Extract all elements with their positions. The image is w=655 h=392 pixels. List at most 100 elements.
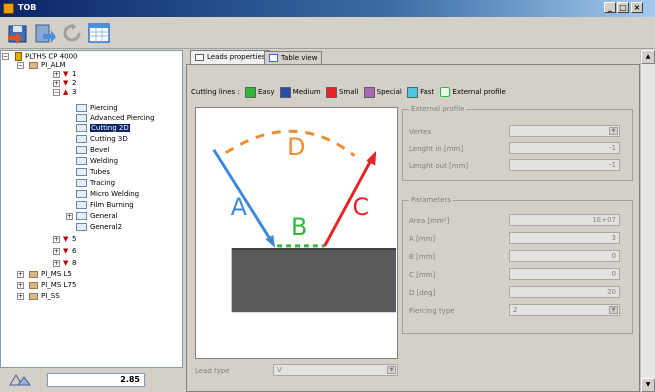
tree-node-alm[interactable]: − PI_ALM bbox=[17, 61, 66, 70]
machine-icon bbox=[15, 52, 22, 61]
tree-node-cutting-2d[interactable]: Cutting 2D bbox=[76, 124, 130, 133]
tree-node-general2[interactable]: General2 bbox=[76, 223, 122, 232]
tree-node-ms-l75[interactable]: + PI_MS L75 bbox=[17, 281, 76, 290]
expand-toggle[interactable]: + bbox=[53, 80, 60, 87]
export-icon[interactable] bbox=[32, 22, 56, 44]
legend-easy: Easy bbox=[257, 88, 275, 96]
tree-node-advanced-piercing[interactable]: Advanced Piercing bbox=[76, 114, 155, 123]
legend-label: Cutting lines : bbox=[191, 88, 240, 96]
save-icon[interactable] bbox=[6, 22, 30, 44]
tree-node-tubes[interactable]: Tubes bbox=[76, 168, 110, 177]
area-label: Area [mm²] bbox=[409, 217, 450, 225]
tab-leads-properties[interactable]: Leads properties bbox=[190, 50, 271, 64]
thickness-icon: ▼ bbox=[63, 259, 69, 267]
vertex-label: Vertex bbox=[409, 128, 432, 136]
lenght-in-label: Lenght in [mm] bbox=[409, 145, 464, 153]
material-icon bbox=[29, 61, 38, 69]
piercing-type-select[interactable]: 2 ▼ bbox=[509, 304, 620, 316]
chevron-down-icon: ▼ bbox=[609, 127, 618, 135]
legend-special: Special bbox=[376, 88, 402, 96]
c-label: C [mm] bbox=[409, 271, 436, 279]
lenght-out-field[interactable]: -1 bbox=[509, 159, 620, 171]
scroll-up-icon[interactable]: ▲ bbox=[641, 50, 655, 64]
lenght-out-label: Lenght out [mm] bbox=[409, 162, 469, 170]
tree-node-general[interactable]: + General bbox=[66, 212, 118, 221]
vertex-select[interactable]: ▼ bbox=[509, 125, 620, 137]
d-field[interactable]: 20 bbox=[509, 286, 620, 298]
workpiece bbox=[231, 248, 397, 313]
label-b: B bbox=[291, 213, 307, 241]
tree-node-welding[interactable]: Welding bbox=[76, 157, 118, 166]
thickness-icon: ▼ bbox=[63, 235, 69, 243]
maximize-button[interactable]: □ bbox=[617, 2, 629, 13]
material-icon bbox=[29, 281, 38, 289]
lead-type-select[interactable]: V ▼ bbox=[273, 364, 398, 376]
label-a: A bbox=[231, 193, 248, 221]
b-field[interactable]: 0 bbox=[509, 250, 620, 262]
chevron-down-icon: ▼ bbox=[609, 306, 618, 314]
parameters-group: Parameters Area [mm²] 1E+07 A [mm] 3 B [… bbox=[402, 196, 633, 334]
folder-icon bbox=[195, 53, 204, 61]
tree-node-3[interactable]: − ▲ 3 bbox=[53, 88, 76, 97]
label-c: C bbox=[352, 193, 369, 221]
lenght-in-field[interactable]: -1 bbox=[509, 142, 620, 154]
legend-external-profile: External profile bbox=[452, 88, 506, 96]
c-field[interactable]: 0 bbox=[509, 268, 620, 280]
tree-node-8[interactable]: + ▼ 8 bbox=[53, 259, 76, 268]
legend-swatch-special bbox=[363, 86, 375, 98]
table-icon bbox=[76, 157, 87, 165]
zoom-value-field[interactable]: 2.85 bbox=[47, 373, 145, 387]
external-profile-group: External profile Vertex ▼ Lenght in [mm]… bbox=[402, 105, 633, 181]
collapse-toggle[interactable]: − bbox=[2, 53, 9, 60]
tree-node-5[interactable]: + ▼ 5 bbox=[53, 235, 76, 244]
expand-toggle[interactable]: + bbox=[17, 271, 24, 278]
legend-swatch-small bbox=[325, 86, 337, 98]
table-icon bbox=[76, 212, 87, 220]
expand-toggle[interactable]: + bbox=[53, 236, 60, 243]
legend-swatch-fast bbox=[407, 86, 419, 98]
tree-node-tracing[interactable]: Tracing bbox=[76, 179, 115, 188]
expand-toggle[interactable]: + bbox=[17, 293, 24, 300]
table-icon bbox=[76, 201, 87, 209]
close-button[interactable]: × bbox=[631, 2, 643, 13]
d-label: D [deg] bbox=[409, 289, 436, 297]
tree-node-cutting-3d[interactable]: Cutting 3D bbox=[76, 135, 128, 144]
minimize-button[interactable]: _ bbox=[604, 2, 616, 13]
expand-toggle[interactable]: + bbox=[66, 213, 73, 220]
expand-toggle[interactable]: + bbox=[17, 282, 24, 289]
tree-node-ms-l5[interactable]: + PI_MS L5 bbox=[17, 270, 72, 279]
title-bar: TOB _ □ × bbox=[0, 0, 655, 17]
table-icon bbox=[76, 114, 87, 122]
tree-node-2[interactable]: + ▼ 2 bbox=[53, 79, 76, 88]
tree-node-micro-welding[interactable]: Micro Welding bbox=[76, 190, 139, 199]
tree-node-ss[interactable]: + PI_SS bbox=[17, 292, 60, 301]
table-icon bbox=[76, 146, 87, 154]
tree-node-root[interactable]: − PLTHS CP 4000 bbox=[2, 52, 78, 61]
a-field[interactable]: 3 bbox=[509, 232, 620, 244]
tree-node-film-burning[interactable]: Film Burning bbox=[76, 201, 134, 210]
tab-content: Cutting lines : Easy Medium Small Specia… bbox=[186, 64, 640, 392]
table-icon bbox=[76, 124, 87, 132]
tree-view[interactable]: − PLTHS CP 4000 − PI_ALM + ▼ 1 + ▼ 2 − ▲ 3 … bbox=[0, 50, 183, 368]
expand-toggle[interactable]: + bbox=[53, 248, 60, 255]
properties-panel: Leads properties Table view Cutting line… bbox=[186, 50, 640, 392]
external-profile-icon bbox=[440, 87, 451, 97]
material-icon bbox=[29, 292, 38, 300]
table-icon bbox=[76, 179, 87, 187]
calendar-icon[interactable] bbox=[87, 22, 111, 44]
area-field[interactable]: 1E+07 bbox=[509, 214, 620, 226]
expand-toggle[interactable]: + bbox=[53, 260, 60, 267]
tree-node-bevel[interactable]: Bevel bbox=[76, 146, 110, 155]
scroll-down-icon[interactable]: ▼ bbox=[641, 378, 655, 392]
collapse-toggle[interactable]: − bbox=[17, 62, 24, 69]
tab-table-view[interactable]: Table view bbox=[264, 51, 323, 64]
expand-toggle[interactable]: + bbox=[53, 71, 60, 78]
table-icon bbox=[76, 168, 87, 176]
vertical-scrollbar[interactable]: ▲ ▼ bbox=[640, 50, 655, 392]
collapse-toggle[interactable]: − bbox=[53, 89, 60, 96]
tree-node-1[interactable]: + ▼ 1 bbox=[53, 70, 76, 79]
table-icon bbox=[76, 223, 87, 231]
tree-node-6[interactable]: + ▼ 6 bbox=[53, 247, 76, 256]
tree-node-piercing[interactable]: Piercing bbox=[76, 104, 118, 113]
refresh-icon[interactable] bbox=[60, 22, 84, 44]
